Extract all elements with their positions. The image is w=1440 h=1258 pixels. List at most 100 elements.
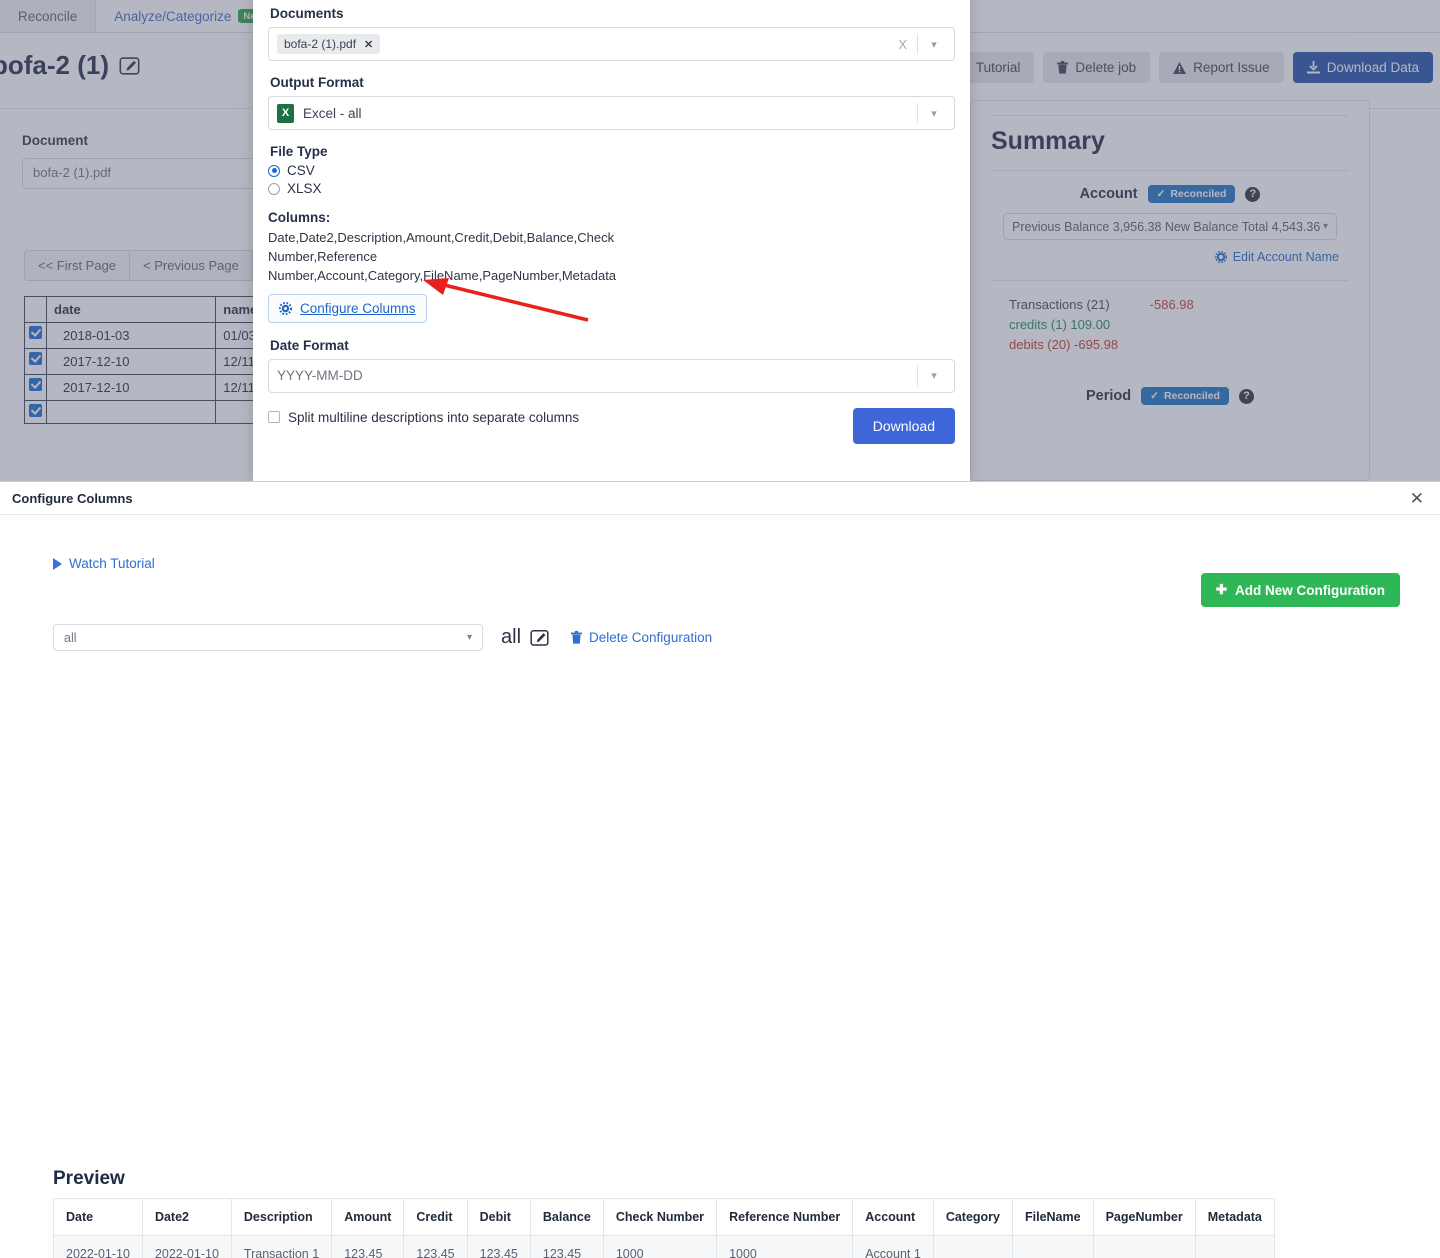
- summary-panel: Summary Account ✓ Reconciled ? Previous …: [970, 100, 1370, 481]
- preview-col-balance: Balance: [530, 1199, 603, 1236]
- transactions-label: Transactions (21): [1009, 295, 1110, 315]
- date-format-select[interactable]: YYYY-MM-DD ▾: [268, 359, 955, 393]
- preview-cell-check-number: 1000: [603, 1236, 716, 1258]
- output-format-select[interactable]: X Excel - all ▾: [268, 96, 955, 130]
- play-icon: [53, 558, 62, 570]
- preview-col-check-number: Check Number: [603, 1199, 716, 1236]
- preview-cell-amount: 123.45: [332, 1236, 404, 1258]
- help-icon[interactable]: ?: [1239, 389, 1254, 404]
- configuration-select[interactable]: all ▾: [53, 624, 483, 651]
- preview-cell-reference-number: 1000: [717, 1236, 853, 1258]
- preview-cell-metadata: [1195, 1236, 1274, 1258]
- delete-configuration-label: Delete Configuration: [589, 630, 712, 645]
- preview-col-reference-number: Reference Number: [717, 1199, 853, 1236]
- col-check: [25, 297, 47, 323]
- documents-select[interactable]: bofa-2 (1).pdf ✕ X ▾: [268, 27, 955, 61]
- preview-cell-debit: 123.45: [467, 1236, 530, 1258]
- period-label: Period: [1086, 388, 1131, 404]
- download-data-button[interactable]: Download Data: [1293, 52, 1433, 83]
- preview-table: Date Date2 Description Amount Credit Deb…: [53, 1198, 1275, 1258]
- close-icon[interactable]: ✕: [1410, 490, 1424, 507]
- file-type-csv-radio[interactable]: CSV: [268, 163, 955, 178]
- output-format-value: Excel - all: [303, 106, 362, 121]
- preview-cell-credit: 123.45: [404, 1236, 467, 1258]
- preview-cell-balance: 123.45: [530, 1236, 603, 1258]
- edit-account-name-link[interactable]: Edit Account Name: [991, 240, 1349, 264]
- configuration-select-value: all: [64, 631, 77, 645]
- delete-job-button[interactable]: Delete job: [1043, 52, 1150, 83]
- modal-title: Configure Columns: [12, 491, 133, 506]
- row-checkbox[interactable]: [25, 375, 47, 401]
- chevron-down-icon: ▾: [467, 632, 472, 643]
- credits-line: credits (1) 109.00: [1009, 315, 1349, 335]
- remove-document-icon[interactable]: ✕: [364, 38, 373, 51]
- download-data-label: Download Data: [1327, 60, 1419, 75]
- period-badge-label: Reconciled: [1164, 390, 1220, 402]
- preview-col-amount: Amount: [332, 1199, 404, 1236]
- trash-icon: [1057, 61, 1068, 74]
- first-page-button[interactable]: << First Page: [24, 250, 129, 281]
- previous-page-button[interactable]: < Previous Page: [129, 250, 252, 281]
- report-issue-label: Report Issue: [1193, 60, 1270, 75]
- check-icon: ✓: [1157, 188, 1166, 200]
- delete-job-label: Delete job: [1075, 60, 1136, 75]
- edit-job-name-icon[interactable]: [119, 55, 140, 76]
- tab-reconcile[interactable]: Reconcile: [0, 0, 96, 32]
- report-issue-button[interactable]: Report Issue: [1159, 52, 1284, 83]
- preview-col-description: Description: [231, 1199, 331, 1236]
- preview-cell-date: 2022-01-10: [54, 1236, 143, 1258]
- row-checkbox[interactable]: [25, 349, 47, 375]
- file-type-xlsx-radio[interactable]: XLSX: [268, 181, 955, 196]
- chevron-down-icon[interactable]: ▾: [918, 369, 950, 382]
- tutorial-label: Tutorial: [976, 60, 1021, 75]
- preview-cell-category: [933, 1236, 1012, 1258]
- row-date: 2017-12-10: [47, 349, 216, 375]
- row-checkbox[interactable]: [25, 401, 47, 424]
- action-bar: Tutorial Delete job Report Issue: [944, 52, 1433, 83]
- preview-col-metadata: Metadata: [1195, 1199, 1274, 1236]
- tab-analyze-label: Analyze/Categorize: [114, 9, 231, 24]
- delete-configuration-link[interactable]: Delete Configuration: [571, 630, 712, 645]
- watch-tutorial-link[interactable]: Watch Tutorial: [53, 556, 155, 571]
- period-header: Period ✓ Reconciled ?: [991, 355, 1349, 405]
- clear-documents-icon[interactable]: X: [898, 37, 917, 52]
- summary-stats: Transactions (21) -586.98 credits (1) 10…: [991, 281, 1349, 355]
- preview-col-date: Date: [54, 1199, 143, 1236]
- file-type-label: File Type: [270, 144, 955, 159]
- configure-columns-button[interactable]: Configure Columns: [268, 294, 427, 323]
- configure-columns-label: Configure Columns: [300, 301, 416, 316]
- file-type-xlsx-label: XLSX: [287, 181, 322, 196]
- preview-title: Preview: [53, 1168, 125, 1190]
- watch-tutorial-label: Watch Tutorial: [69, 556, 155, 571]
- modal-header: Configure Columns ✕: [0, 482, 1440, 515]
- chevron-down-icon: ▾: [1323, 221, 1328, 232]
- preview-data-row: 2022-01-10 2022-01-10 Transaction 1 123.…: [54, 1236, 1275, 1258]
- col-date: date: [47, 297, 216, 323]
- page-title: bofa-2 (1): [0, 50, 140, 81]
- edit-account-name-label: Edit Account Name: [1233, 250, 1339, 264]
- help-icon[interactable]: ?: [1245, 187, 1260, 202]
- split-multiline-checkbox[interactable]: Split multiline descriptions into separa…: [268, 410, 955, 425]
- radio-on-icon: [268, 165, 280, 177]
- row-checkbox[interactable]: [25, 323, 47, 349]
- debits-line: debits (20) -695.98: [1009, 335, 1349, 355]
- row-date: 2017-12-10: [47, 375, 216, 401]
- account-select[interactable]: Previous Balance 3,956.38 New Balance To…: [1003, 213, 1337, 240]
- gear-icon: [1215, 251, 1227, 263]
- chevron-down-icon[interactable]: ▾: [918, 107, 950, 120]
- add-new-configuration-button[interactable]: ✚ Add New Configuration: [1201, 573, 1400, 607]
- radio-off-icon: [268, 183, 280, 195]
- pencil-square-icon[interactable]: [530, 628, 549, 647]
- chevron-down-icon[interactable]: ▾: [918, 38, 950, 51]
- download-button[interactable]: Download: [853, 408, 955, 444]
- preview-col-pagenumber: PageNumber: [1093, 1199, 1195, 1236]
- download-options-dialog: Documents bofa-2 (1).pdf ✕ X ▾ Output Fo…: [253, 0, 970, 481]
- preview-cell-pagenumber: [1093, 1236, 1195, 1258]
- checkbox-unchecked-icon: [268, 411, 280, 423]
- document-value: bofa-2 (1).pdf: [33, 165, 111, 180]
- row-date: [47, 401, 216, 424]
- preview-cell-description: Transaction 1: [231, 1236, 331, 1258]
- summary-title: Summary: [991, 116, 1349, 170]
- date-format-value: YYYY-MM-DD: [277, 368, 363, 383]
- preview-cell-account: Account 1: [853, 1236, 934, 1258]
